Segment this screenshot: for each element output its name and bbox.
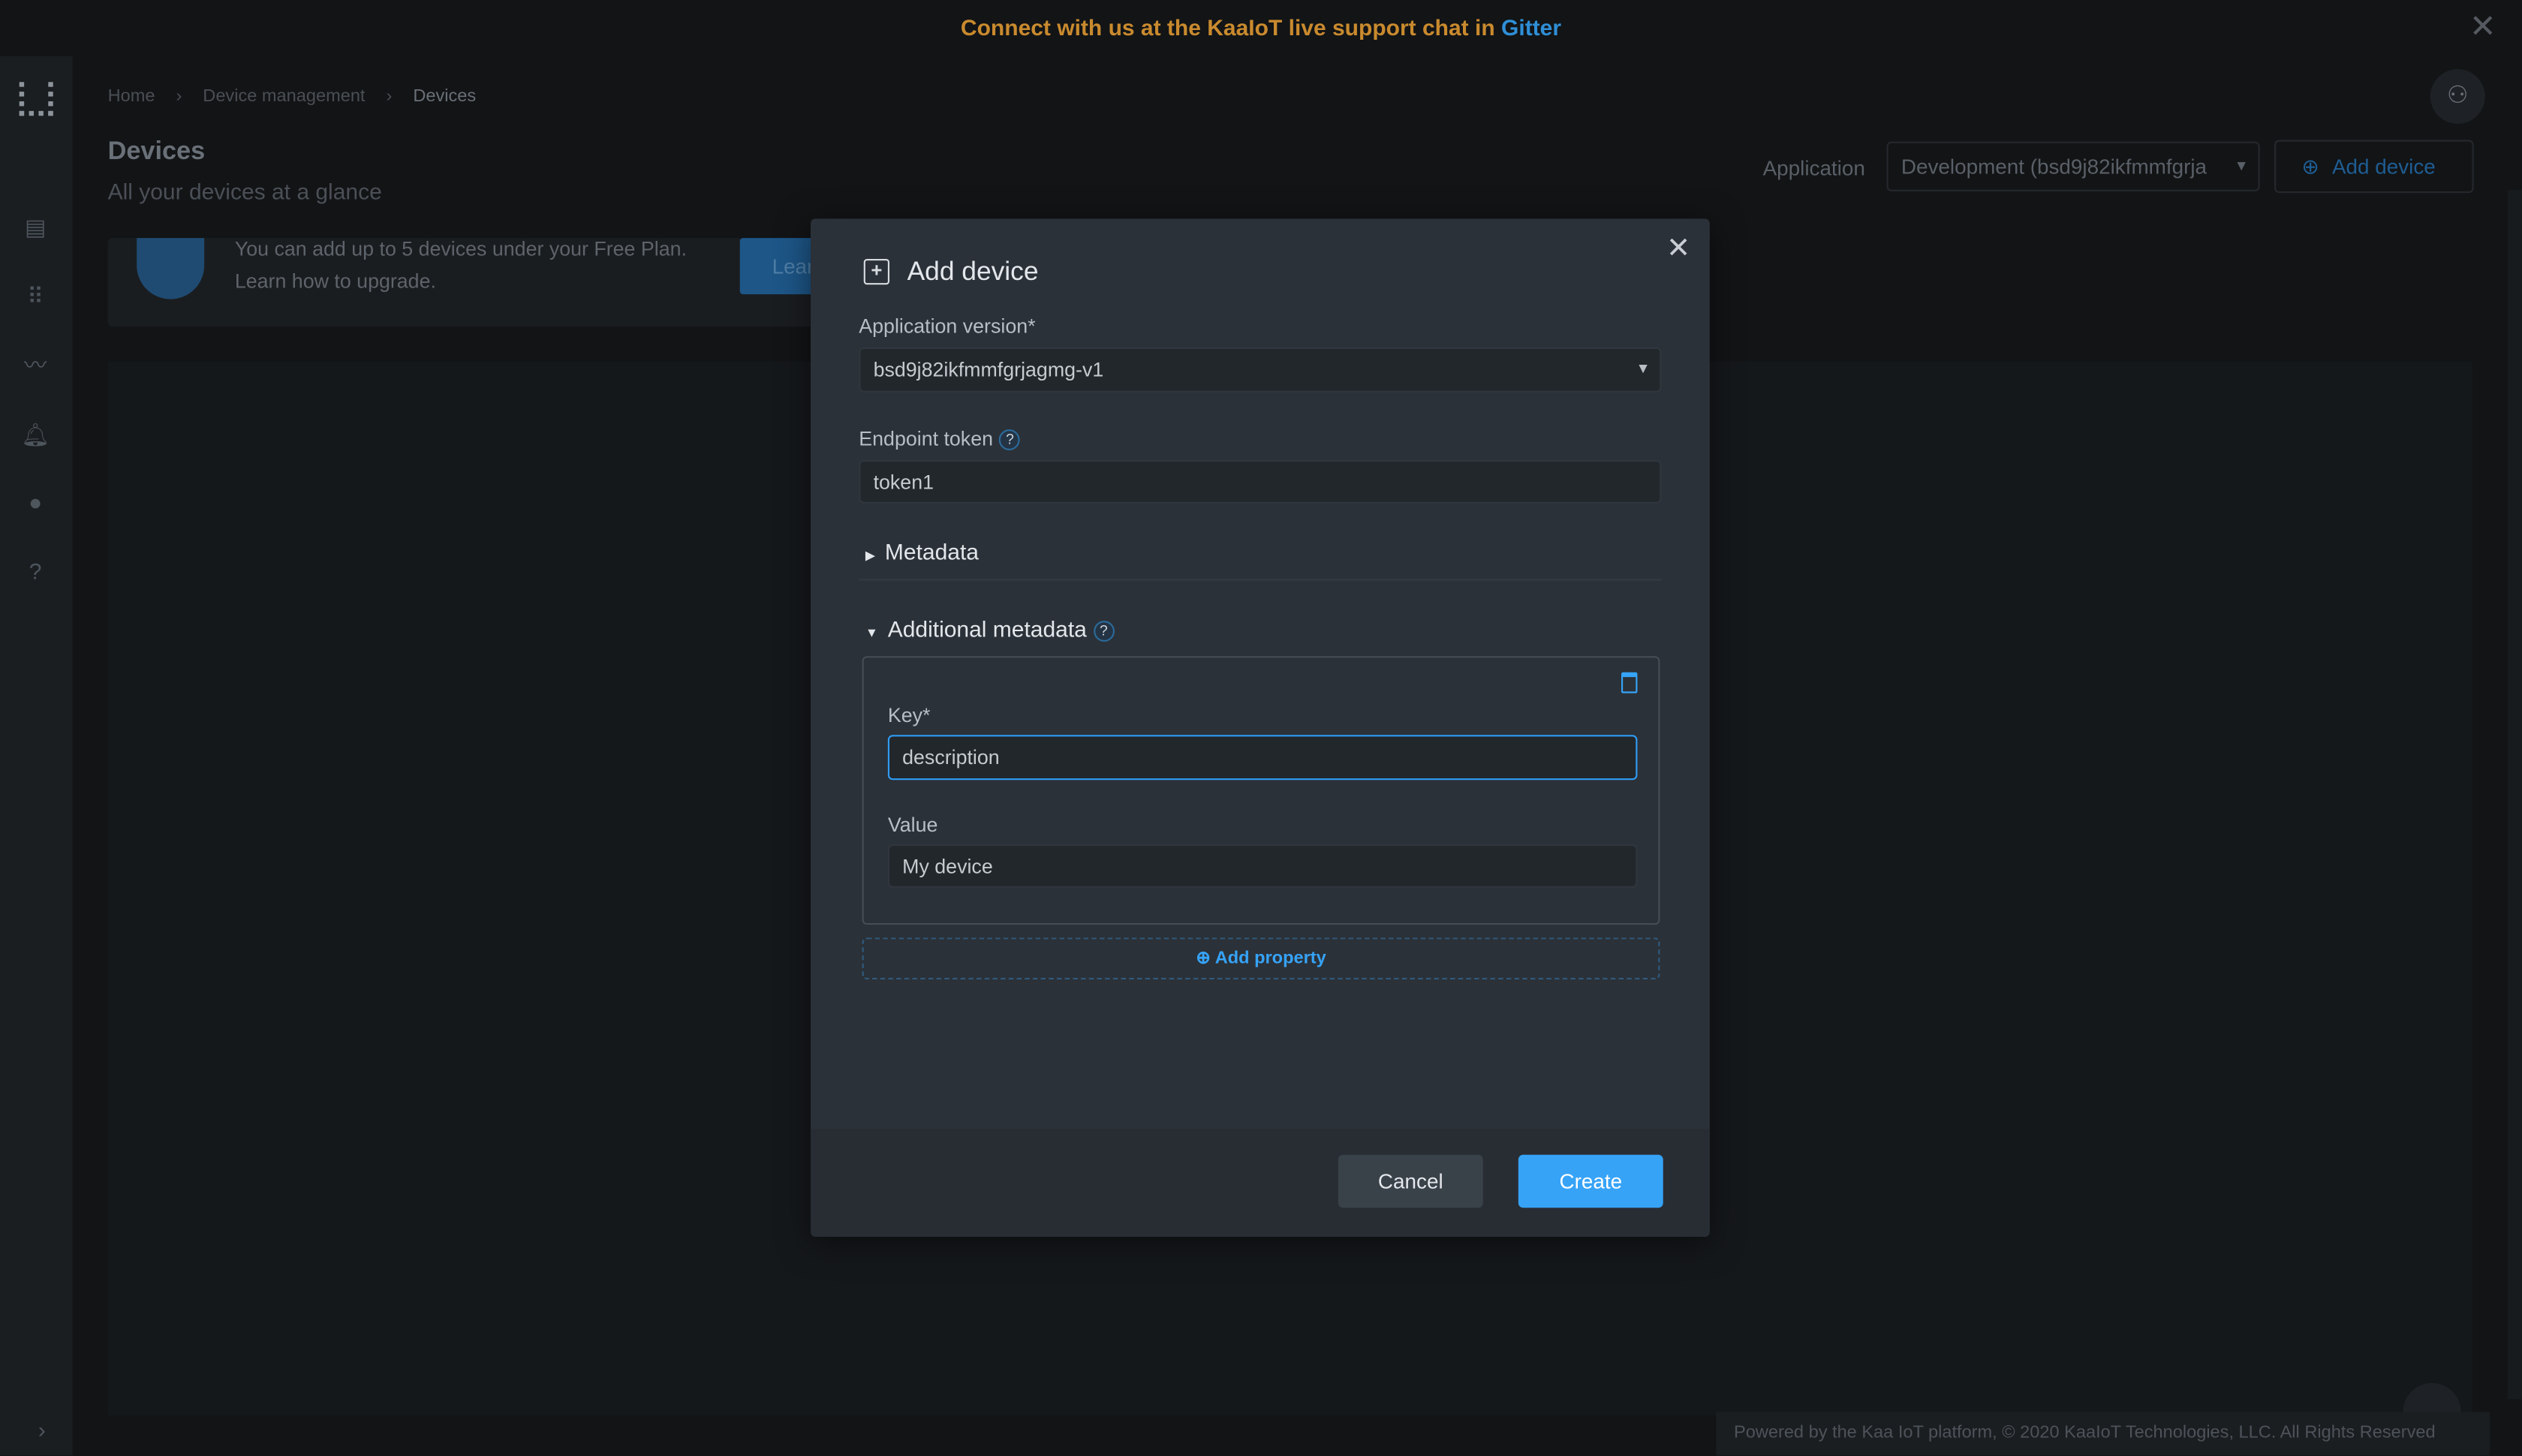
plus-circle-icon: ⊕ bbox=[2301, 154, 2319, 179]
application-select-value: Development (bsd9j82ikfmmfgrja bbox=[1901, 154, 2208, 179]
cloud-servers-icon bbox=[137, 238, 205, 299]
caret-down-icon: ▼ bbox=[865, 625, 878, 640]
footer: Powered by the Kaa IoT platform, © 2020 … bbox=[1716, 1412, 2490, 1456]
help-icon[interactable]: ? bbox=[20, 555, 52, 587]
breadcrumb: Home › Device management › Devices bbox=[108, 87, 477, 107]
support-banner: Connect with us at the KaaIoT live suppo… bbox=[0, 0, 2522, 56]
help-icon[interactable]: ? bbox=[999, 429, 1021, 451]
cancel-button[interactable]: Cancel bbox=[1338, 1154, 1483, 1208]
add-device-icon: + bbox=[863, 259, 889, 285]
endpoint-token-label: Endpoint token? bbox=[859, 428, 1021, 451]
chevron-right-icon: › bbox=[176, 86, 182, 107]
application-label: Application bbox=[1762, 155, 1865, 180]
dialog-footer: Cancel Create bbox=[811, 1129, 1710, 1237]
sidebar: ▤ ⠿ 〰 🔔︎ ● ? › bbox=[0, 56, 73, 1456]
property-box: Key* description Value My device bbox=[862, 656, 1660, 925]
add-property-button[interactable]: ⊕ Add property bbox=[862, 937, 1660, 979]
key-input[interactable]: description bbox=[887, 735, 1638, 781]
application-select[interactable]: Development (bsd9j82ikfmmfgrja ▼ bbox=[1886, 141, 2260, 191]
help-icon[interactable]: ? bbox=[1093, 620, 1115, 642]
breadcrumb-device-management[interactable]: Device management bbox=[203, 87, 365, 107]
trash-icon[interactable] bbox=[1621, 672, 1638, 693]
value-value: My device bbox=[902, 854, 993, 877]
analytics-icon[interactable]: 〰 bbox=[20, 349, 52, 381]
user-circle-icon[interactable]: ● bbox=[20, 486, 52, 518]
create-button[interactable]: Create bbox=[1518, 1154, 1663, 1208]
endpoint-token-input[interactable]: token1 bbox=[859, 459, 1662, 504]
metadata-label: Metadata bbox=[884, 538, 979, 565]
additional-metadata-label: Additional metadata bbox=[887, 615, 1087, 642]
add-device-header-button[interactable]: ⊕ Add device bbox=[2274, 140, 2474, 194]
scrollbar[interactable] bbox=[2507, 189, 2522, 1400]
breadcrumb-home[interactable]: Home bbox=[108, 87, 155, 107]
plan-text-line2: Learn how to upgrade. bbox=[234, 270, 436, 293]
key-value: description bbox=[902, 746, 1000, 769]
additional-metadata-toggle[interactable]: ▼ Additional metadata? bbox=[865, 615, 1115, 642]
free-plan-card: You can add up to 5 devices under your F… bbox=[107, 238, 832, 326]
metadata-toggle[interactable]: ▶ Metadata bbox=[865, 539, 979, 564]
plan-text-line1: You can add up to 5 devices under your F… bbox=[234, 238, 687, 261]
app-version-label: Application version* bbox=[859, 315, 1036, 338]
key-label: Key* bbox=[887, 704, 931, 727]
page-title: Devices bbox=[107, 138, 206, 166]
endpoint-token-value: token1 bbox=[873, 470, 934, 493]
add-device-dialog: + Add device ✕ Application version* bsd9… bbox=[811, 218, 1710, 1237]
gitter-link[interactable]: Gitter bbox=[1501, 14, 1561, 40]
plus-circle-icon: ⊕ bbox=[1196, 949, 1211, 968]
footer-text: Powered by the Kaa IoT platform, © 2020 … bbox=[1734, 1423, 2436, 1443]
chevron-right-icon: › bbox=[386, 86, 393, 107]
value-input[interactable]: My device bbox=[887, 844, 1638, 888]
dialog-title: Add device bbox=[907, 257, 1039, 287]
caret-down-icon: ▼ bbox=[1636, 360, 1651, 377]
apps-grid-icon[interactable]: ⠿ bbox=[20, 280, 52, 312]
endpoint-token-label-text: Endpoint token bbox=[859, 428, 994, 450]
dashboard-icon[interactable]: ▤ bbox=[20, 211, 52, 243]
bell-icon[interactable]: 🔔︎ bbox=[20, 418, 52, 450]
support-banner-text: Connect with us at the KaaIoT live suppo… bbox=[960, 14, 1495, 41]
value-label: Value bbox=[887, 814, 938, 837]
app-version-select[interactable]: bsd9j82ikfmmfgrjagmg-v1 ▼ bbox=[859, 347, 1662, 393]
divider bbox=[859, 579, 1662, 581]
close-banner-icon[interactable]: ✕ bbox=[2469, 10, 2496, 45]
caret-right-icon: ▶ bbox=[865, 548, 876, 563]
breadcrumb-devices: Devices bbox=[413, 86, 477, 107]
kaa-logo-icon[interactable] bbox=[19, 82, 53, 116]
caret-down-icon: ▼ bbox=[2234, 158, 2249, 174]
page-subtitle: All your devices at a glance bbox=[107, 178, 382, 205]
add-device-header-label: Add device bbox=[2331, 154, 2436, 179]
avatar[interactable]: ⚇ bbox=[2430, 69, 2485, 124]
expand-sidebar-chevron-icon[interactable]: › bbox=[26, 1414, 58, 1446]
app-version-value: bsd9j82ikfmmfgrjagmg-v1 bbox=[873, 358, 1104, 381]
close-dialog-icon[interactable]: ✕ bbox=[1666, 232, 1690, 266]
add-property-label: Add property bbox=[1214, 949, 1326, 968]
